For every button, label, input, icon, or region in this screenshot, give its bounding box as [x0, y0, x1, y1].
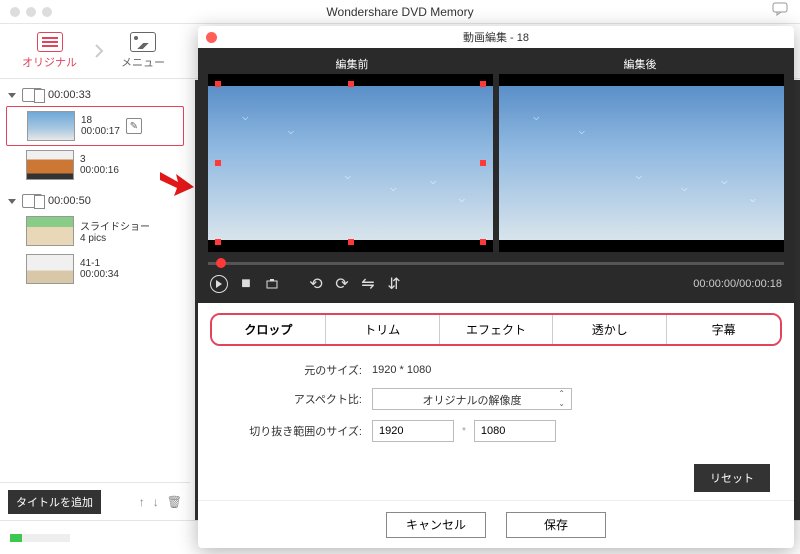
crop-handles[interactable] — [218, 84, 483, 242]
clip-duration: 00:00:17 — [81, 126, 120, 137]
sidebar-footer: タイトルを追加 ↑ ↓ 🗑 — [0, 482, 190, 520]
crop-form: 元のサイズ: 1920 * 1080 アスペクト比: オリジナルの解像度 切り抜… — [198, 346, 794, 500]
rotate-left-button[interactable]: ⟲ — [308, 276, 324, 292]
flip-h-button[interactable]: ⇋ — [360, 276, 376, 292]
window-titlebar: Wondershare DVD Memory — [0, 0, 800, 24]
clip-row-41-1[interactable]: 41-1 00:00:34 — [6, 250, 184, 288]
cancel-button[interactable]: キャンセル — [386, 512, 486, 538]
stop-button[interactable]: ■ — [238, 276, 254, 292]
tab-trim[interactable]: トリム — [326, 315, 440, 344]
clip-row-18[interactable]: 18 00:00:17 ✎ — [6, 106, 184, 146]
timecode: 00:00:00/00:00:18 — [693, 278, 782, 290]
clip-title: スライドショー — [80, 218, 150, 233]
clip-title: 18 — [81, 115, 120, 126]
toolbar-menu-label: メニュー — [121, 54, 165, 70]
modal-header: 動画編集 - 18 — [198, 26, 794, 48]
play-button[interactable] — [210, 275, 228, 293]
video-edit-modal: 動画編集 - 18 編集前 編集後 ⌵⌵ ⌵⌵ ⌵⌵ — [198, 26, 794, 548]
orig-size-value: 1920 * 1080 — [372, 364, 431, 376]
toolbar-original-label: オリジナル — [22, 54, 77, 70]
clip-duration: 4 pics — [80, 233, 150, 244]
annotation-arrow-icon — [160, 172, 194, 198]
move-up-icon[interactable]: ↑ — [139, 495, 145, 509]
snapshot-button[interactable] — [264, 276, 280, 292]
window-traffic-lights[interactable] — [10, 7, 52, 17]
crop-width-input[interactable] — [372, 420, 454, 442]
timeline[interactable] — [208, 252, 784, 271]
clip-thumbnail — [26, 254, 74, 284]
before-label: 編集前 — [208, 54, 496, 74]
crop-size-label: 切り抜き範囲のサイズ: — [222, 423, 372, 439]
clip-sidebar: 00:00:33 18 00:00:17 ✎ 3 00:00:16 00:00:… — [0, 80, 190, 520]
toolbar-menu[interactable]: メニュー — [109, 28, 177, 74]
tab-subtitle[interactable]: 字幕 — [667, 315, 780, 344]
orig-size-label: 元のサイズ: — [222, 362, 372, 378]
modal-footer: キャンセル 保存 — [198, 500, 794, 548]
original-icon — [37, 32, 63, 52]
clip-duration: 00:00:34 — [80, 269, 119, 280]
crop-height-input[interactable] — [474, 420, 556, 442]
menu-icon — [130, 32, 156, 52]
tab-crop[interactable]: クロップ — [212, 315, 326, 344]
toolbar-original[interactable]: オリジナル — [10, 28, 89, 74]
clip-thumbnail — [26, 150, 74, 180]
window-title: Wondershare DVD Memory — [326, 5, 473, 19]
flip-v-button[interactable]: ⇵ — [386, 276, 402, 292]
feedback-icon[interactable] — [772, 2, 788, 21]
disclosure-icon — [8, 199, 16, 204]
disclosure-icon — [8, 93, 16, 98]
save-button[interactable]: 保存 — [506, 512, 606, 538]
after-label: 編集後 — [496, 54, 784, 74]
close-icon[interactable] — [206, 32, 217, 43]
times-label: * — [454, 426, 474, 437]
reset-button[interactable]: リセット — [694, 464, 770, 492]
clip-thumbnail — [27, 111, 75, 141]
transport-controls: ■ ⟲ ⟳ ⇋ ⇵ 00:00:00/00:00:18 — [208, 271, 784, 293]
disk-usage-bar — [10, 534, 70, 542]
group-header-0[interactable]: 00:00:33 — [6, 84, 184, 106]
group-icon — [22, 88, 42, 102]
modal-title: 動画編集 - 18 — [463, 29, 529, 45]
clip-title: 3 — [80, 154, 119, 165]
add-title-button[interactable]: タイトルを追加 — [8, 490, 101, 514]
aspect-label: アスペクト比: — [222, 391, 372, 407]
group-icon — [22, 194, 42, 208]
group-header-1[interactable]: 00:00:50 — [6, 190, 184, 212]
preview-after: ⌵⌵ ⌵⌵ ⌵⌵ — [499, 74, 784, 252]
group-duration-1: 00:00:50 — [48, 195, 91, 207]
tab-effect[interactable]: エフェクト — [440, 315, 554, 344]
aspect-select[interactable]: オリジナルの解像度 — [372, 388, 572, 410]
clip-duration: 00:00:16 — [80, 165, 119, 176]
rotate-right-button[interactable]: ⟳ — [334, 276, 350, 292]
move-down-icon[interactable]: ↓ — [153, 495, 159, 509]
clip-row-slideshow[interactable]: スライドショー 4 pics — [6, 212, 184, 250]
group-duration-0: 00:00:33 — [48, 89, 91, 101]
preview-before[interactable]: ⌵⌵ ⌵⌵ ⌵⌵ — [208, 74, 493, 252]
clip-thumbnail — [26, 216, 74, 246]
edit-tabs: クロップ トリム エフェクト 透かし 字幕 — [210, 313, 782, 346]
clip-row-3[interactable]: 3 00:00:16 — [6, 146, 184, 184]
tab-watermark[interactable]: 透かし — [553, 315, 667, 344]
playhead-icon[interactable] — [216, 258, 226, 268]
delete-icon[interactable]: 🗑 — [167, 495, 182, 509]
clip-title: 41-1 — [80, 258, 119, 269]
preview-panel: 編集前 編集後 ⌵⌵ ⌵⌵ ⌵⌵ ⌵⌵ — [198, 48, 794, 303]
edit-icon[interactable]: ✎ — [126, 118, 142, 134]
chevron-right-icon — [89, 41, 109, 61]
